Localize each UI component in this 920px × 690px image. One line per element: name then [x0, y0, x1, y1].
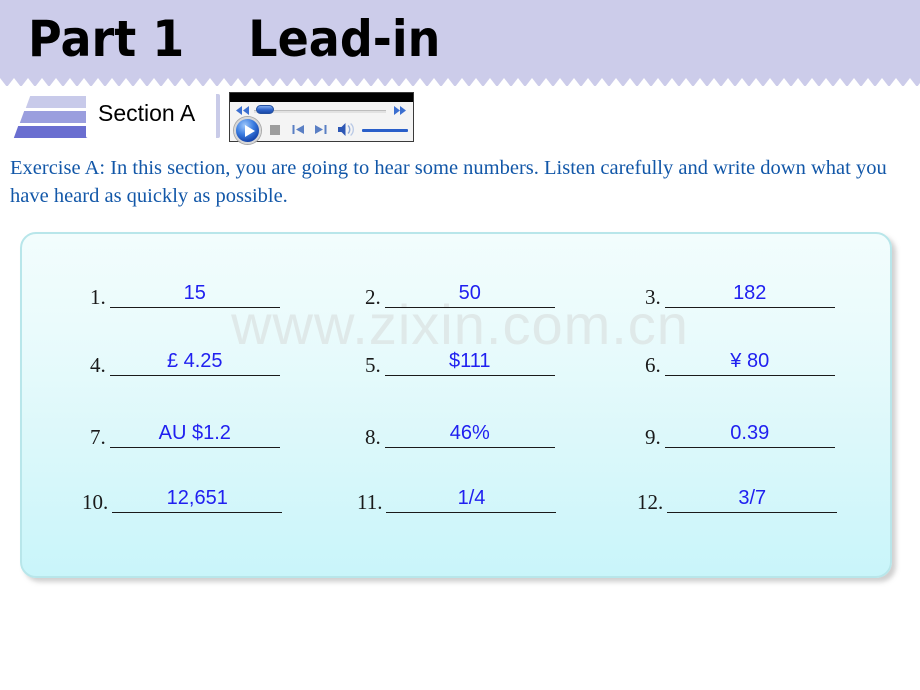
answer-value: 46%	[449, 422, 490, 444]
answer-item-10[interactable]: 10. 12,651	[82, 467, 283, 514]
media-player-titlebar	[230, 93, 413, 102]
answer-blank[interactable]: 182	[664, 282, 835, 308]
answer-value: £ 4.25	[166, 350, 223, 372]
answer-value: 3/7	[738, 487, 767, 509]
fast-forward-icon[interactable]	[393, 106, 407, 115]
table-row: 7. AU $1.2 8. 46% 9. 0.39	[20, 402, 900, 448]
answer-blank[interactable]: 0.39	[664, 422, 835, 448]
answer-value: 12,651	[166, 487, 228, 509]
header-banner: Part 1 Lead-in	[0, 0, 920, 87]
answer-value: $111	[448, 350, 491, 372]
play-triangle-icon	[245, 125, 255, 137]
answer-blank[interactable]: £ 4.25	[109, 350, 280, 376]
previous-track-icon[interactable]	[292, 123, 305, 136]
item-number: 5.	[365, 353, 381, 377]
answer-value: 15	[183, 282, 206, 304]
answer-blank[interactable]: 3/7	[667, 487, 838, 513]
answer-value: AU $1.2	[158, 422, 231, 444]
answer-item-2[interactable]: 2. 50	[365, 262, 555, 308]
answer-item-9[interactable]: 9. 0.39	[645, 402, 835, 448]
answer-value: 1/4	[457, 487, 486, 509]
section-tab[interactable]: Section A	[13, 94, 220, 142]
item-number: 4.	[90, 353, 106, 377]
item-number: 9.	[645, 425, 661, 449]
answer-item-7[interactable]: 7. AU $1.2	[90, 402, 280, 448]
answer-blank[interactable]: 50	[384, 282, 555, 308]
table-row: 4. £ 4.25 5. $111 6. ¥ 80	[20, 330, 900, 376]
answer-blank[interactable]: 46%	[384, 422, 555, 448]
media-player-controls	[230, 117, 413, 144]
item-number: 1.	[90, 285, 106, 309]
item-number: 10.	[82, 490, 109, 514]
answer-blank[interactable]: ¥ 80	[664, 350, 835, 376]
answer-item-5[interactable]: 5. $111	[365, 330, 555, 376]
item-number: 12.	[637, 490, 664, 514]
zigzag-divider	[0, 78, 920, 87]
answer-blank[interactable]: 15	[109, 282, 280, 308]
seek-slider-thumb[interactable]	[256, 105, 274, 114]
play-icon[interactable]	[234, 117, 261, 144]
answer-blank[interactable]: 1/4	[386, 487, 557, 513]
answer-item-6[interactable]: 6. ¥ 80	[645, 330, 835, 376]
media-player[interactable]	[229, 92, 414, 144]
answer-value: 182	[733, 282, 767, 304]
answer-value: ¥ 80	[730, 350, 770, 372]
section-label: Section A	[98, 100, 196, 126]
answers-grid: 1. 15 2. 50 3. 182 4. £ 4.25 5. $111 6. …	[20, 262, 900, 562]
volume-slider[interactable]	[362, 129, 408, 132]
answer-item-8[interactable]: 8. 46%	[365, 402, 555, 448]
answer-value: 0.39	[730, 422, 770, 444]
item-number: 3.	[645, 285, 661, 309]
answer-blank[interactable]: 12,651	[112, 487, 283, 513]
answer-item-11[interactable]: 11. 1/4	[357, 467, 557, 514]
table-row: 10. 12,651 11. 1/4 12. 3/7	[20, 467, 900, 513]
answer-blank[interactable]: $111	[384, 350, 555, 376]
media-player-seek-row	[230, 102, 413, 119]
volume-icon[interactable]	[338, 122, 354, 137]
page-title: Part 1 Lead-in	[28, 10, 441, 68]
item-number: 6.	[645, 353, 661, 377]
rewind-icon[interactable]	[236, 106, 250, 115]
answer-blank[interactable]: AU $1.2	[109, 422, 280, 448]
item-number: 8.	[365, 425, 381, 449]
item-number: 7.	[90, 425, 106, 449]
answer-item-3[interactable]: 3. 182	[645, 262, 835, 308]
item-number: 2.	[365, 285, 381, 309]
answer-item-4[interactable]: 4. £ 4.25	[90, 330, 280, 376]
item-number: 11.	[357, 490, 383, 514]
answer-item-1[interactable]: 1. 15	[90, 262, 280, 308]
answer-value: 50	[458, 282, 481, 304]
table-row: 1. 15 2. 50 3. 182	[20, 262, 900, 308]
next-track-icon[interactable]	[314, 123, 327, 136]
exercise-instruction: Exercise A: In this section, you are goi…	[10, 157, 887, 207]
stop-icon[interactable]	[270, 125, 280, 135]
answer-item-12[interactable]: 12. 3/7	[637, 467, 838, 514]
